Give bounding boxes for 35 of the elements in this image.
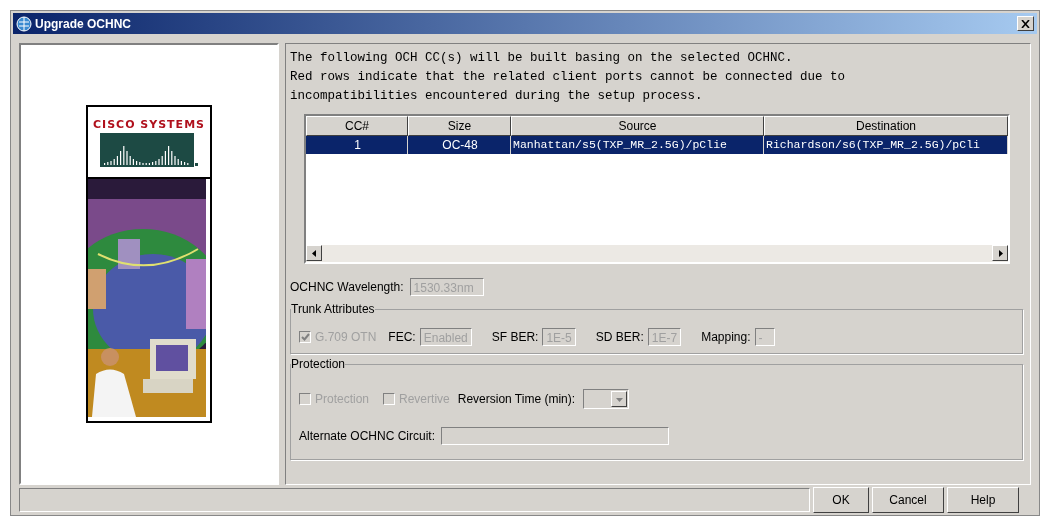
dialog-button[interactable]: Help: [947, 487, 1019, 513]
table-cell[interactable]: 1: [306, 136, 408, 154]
horizontal-scrollbar[interactable]: [306, 245, 1008, 262]
dialog-button[interactable]: Cancel: [872, 487, 944, 513]
close-icon: [1021, 19, 1030, 28]
message-line: Red rows indicate that the related client ports cannot be connected due to: [290, 69, 847, 86]
logo-bars-icon: [100, 132, 198, 167]
alternate-field[interactable]: [441, 427, 670, 445]
field-label: FEC:: [388, 330, 416, 344]
column-header[interactable]: Destination: [764, 116, 1008, 136]
field-label: SF BER:: [491, 330, 539, 344]
column-header[interactable]: Size: [408, 116, 511, 136]
table-cell[interactable]: OC-48: [408, 136, 511, 154]
column-header[interactable]: Source: [511, 116, 764, 136]
dialog-button[interactable]: OK: [813, 487, 869, 513]
alternate-label: Alternate OCHNC Circuit:: [299, 429, 436, 443]
message-line: The following OCH CC(s) will be built basing on the selected OCHNC.: [290, 50, 794, 67]
column-header[interactable]: CC#: [306, 116, 408, 136]
window-title: Upgrade OCHNC: [35, 16, 132, 31]
logo-text: CISCO SYSTEMS: [92, 117, 205, 131]
message-line: incompatibilities encountered during the setup process.: [290, 88, 704, 105]
field-label: SD BER:: [595, 330, 644, 344]
table-cell[interactable]: Richardson/s6(TXP_MR_2.5G)/pCli: [764, 136, 1008, 154]
down-arrow-icon: [615, 395, 623, 403]
field-label: Mapping:: [701, 330, 751, 344]
reversion-dropdown[interactable]: [583, 389, 630, 409]
close-button[interactable]: [1017, 16, 1034, 31]
group-title: Protection: [291, 357, 346, 371]
wavelength-label: OCHNC Wavelength:: [290, 280, 404, 294]
group-title: Trunk Attributes: [291, 302, 375, 316]
left-arrow-icon: [310, 249, 318, 257]
right-arrow-icon: [996, 249, 1004, 257]
reversion-label: Reversion Time (min):: [457, 392, 576, 406]
globe-icon: [16, 15, 32, 32]
table-cell[interactable]: Manhattan/s5(TXP_MR_2.5G)/pClie: [511, 136, 764, 154]
